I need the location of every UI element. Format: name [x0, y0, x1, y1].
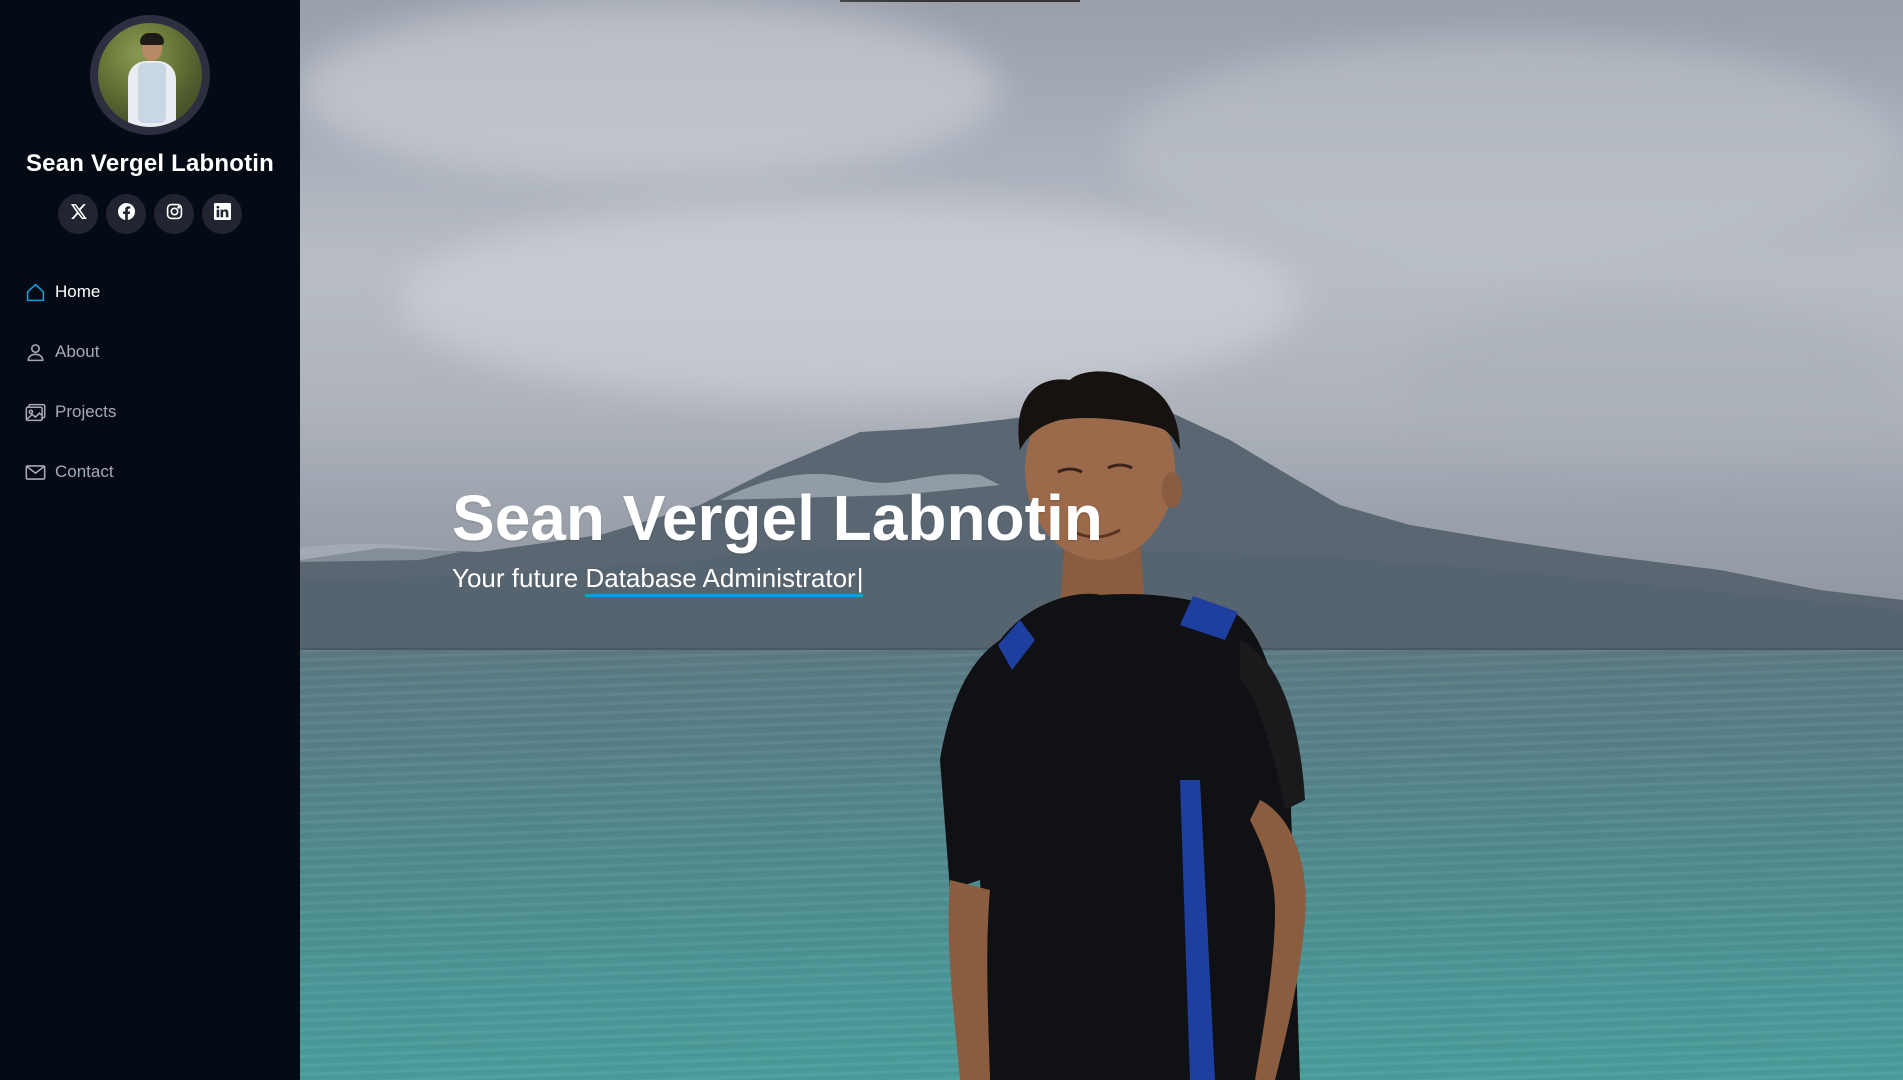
site-name[interactable]: Sean Vergel Labnotin [0, 150, 300, 178]
hero-section: Sean Vergel Labnotin Your future Databas… [300, 0, 1903, 1080]
instagram-button[interactable] [154, 194, 194, 234]
images-icon [24, 401, 46, 423]
app-root: Sean Vergel Labnotin Home About Projects… [0, 0, 1903, 1080]
hero-content: Sean Vergel Labnotin Your future Databas… [452, 478, 1103, 598]
hero-title: Sean Vergel Labnotin [452, 482, 1103, 554]
typed-cursor: | [856, 563, 864, 593]
typed-text: Database Administrator| [585, 563, 864, 597]
twitter-x-button[interactable] [58, 194, 98, 234]
avatar [90, 15, 210, 135]
instagram-icon [166, 203, 183, 225]
nav-item-label: Projects [55, 402, 117, 421]
social-links [58, 194, 242, 234]
subtitle-prefix: Your future [452, 563, 586, 593]
nav-menu: Home About Projects Contact [0, 262, 300, 502]
nav-item-about[interactable]: About [0, 322, 300, 382]
linkedin-button[interactable] [202, 194, 242, 234]
facebook-icon [117, 203, 135, 225]
hero-subtitle: Your future Database Administrator| [452, 558, 1103, 598]
nav-item-label: Home [55, 282, 101, 301]
nav-item-contact[interactable]: Contact [0, 442, 300, 502]
linkedin-icon [213, 203, 231, 225]
house-icon [24, 281, 46, 303]
nav-item-projects[interactable]: Projects [0, 382, 300, 442]
x-icon [70, 203, 87, 225]
facebook-button[interactable] [106, 194, 146, 234]
sidebar: Sean Vergel Labnotin Home About Projects… [0, 0, 300, 1080]
envelope-icon [24, 461, 46, 483]
nav-item-label: About [55, 342, 100, 361]
nav-item-label: Contact [55, 462, 114, 481]
person-icon [24, 341, 46, 363]
nav-item-home[interactable]: Home [0, 262, 300, 322]
